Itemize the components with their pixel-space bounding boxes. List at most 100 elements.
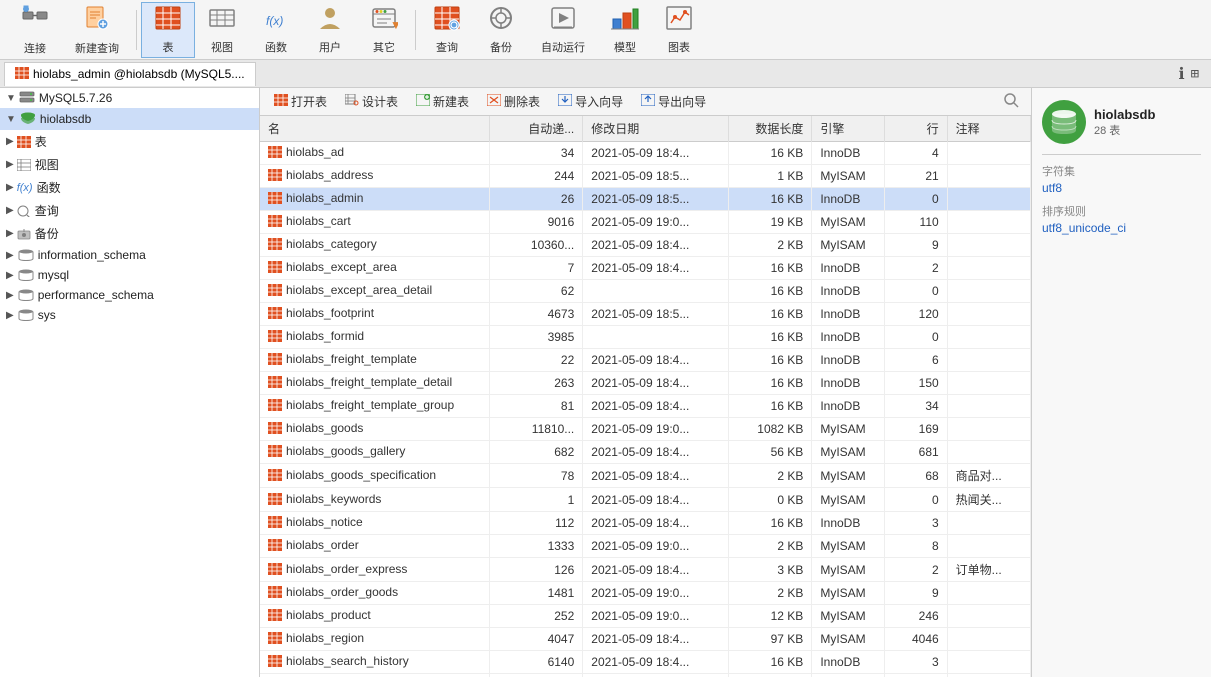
table-row[interactable]: hiolabs_notice1122021-05-09 18:4...16 KB… xyxy=(260,512,1031,535)
server-label: MySQL5.7.26 xyxy=(39,91,112,105)
functions-icon: f(x) xyxy=(17,182,33,194)
sidebar-queries[interactable]: ▶ 查询 xyxy=(0,199,259,222)
toolbar-user[interactable]: 用户 xyxy=(303,2,357,58)
col-header-size[interactable]: 数据长度 xyxy=(729,116,812,142)
sys-label: sys xyxy=(38,308,56,322)
right-divider xyxy=(1042,154,1201,155)
design-table-icon xyxy=(345,94,359,109)
sidebar-views[interactable]: ▶ 视图 xyxy=(0,153,259,176)
connect-label: 连接 xyxy=(24,40,46,56)
delete-table-btn[interactable]: 删除表 xyxy=(479,91,548,112)
table-row[interactable]: hiolabs_footprint46732021-05-09 18:5...1… xyxy=(260,303,1031,326)
col-header-rows[interactable]: 行 xyxy=(885,116,947,142)
queries-expand-icon: ▶ xyxy=(6,205,14,216)
import-wizard-btn[interactable]: 导入向导 xyxy=(550,91,631,112)
toolbar-new-query[interactable]: 新建查询 xyxy=(62,2,132,58)
sidebar-performance-schema[interactable]: ▶ performance_schema xyxy=(0,285,259,305)
tables-folder-icon xyxy=(17,136,31,148)
query-label: 查询 xyxy=(436,39,458,55)
table-row[interactable]: hiolabs_freight_template_detail2632021-0… xyxy=(260,372,1031,395)
sidebar-selected-db[interactable]: ▼ hiolabsdb xyxy=(0,108,259,130)
col-header-name[interactable]: 名 xyxy=(260,116,489,142)
table-row[interactable]: hiolabs_order_express1262021-05-09 18:4.… xyxy=(260,558,1031,582)
table-row[interactable]: hiolabs_goods_gallery6822021-05-09 18:4.… xyxy=(260,441,1031,464)
table-row[interactable]: hiolabs_except_area72021-05-09 18:4...16… xyxy=(260,257,1031,280)
toolbar-view[interactable]: 视图 xyxy=(195,2,249,58)
table-row[interactable]: hiolabs_except_area_detail6216 KBInnoDB0 xyxy=(260,280,1031,303)
code-icon-btn[interactable]: ⊞ xyxy=(1191,66,1199,82)
table-row[interactable]: hiolabs_category10360...2021-05-09 18:4.… xyxy=(260,234,1031,257)
tab-table-icon xyxy=(15,67,29,82)
design-table-btn[interactable]: 设计表 xyxy=(337,91,406,112)
mysql-label: mysql xyxy=(38,268,69,282)
table-row[interactable]: hiolabs_order_goods14812021-05-09 19:0..… xyxy=(260,582,1031,605)
ps-expand-icon: ▶ xyxy=(6,290,14,301)
ps-label: performance_schema xyxy=(38,288,154,302)
toolbar-backup[interactable]: 备份 xyxy=(474,2,528,58)
info-icon-btn[interactable]: ℹ xyxy=(1178,64,1184,84)
search-btn[interactable] xyxy=(997,90,1025,113)
table-row[interactable]: hiolabs_freight_template_group812021-05-… xyxy=(260,395,1031,418)
tabbar: hiolabs_admin @hiolabsdb (MySQL5.... ℹ ⊞ xyxy=(0,60,1211,88)
autorun-icon xyxy=(549,5,577,37)
sidebar-mysql[interactable]: ▶ mysql xyxy=(0,265,259,285)
import-icon xyxy=(558,94,572,109)
toolbar-table[interactable]: 表 xyxy=(141,2,195,58)
export-wizard-btn[interactable]: 导出向导 xyxy=(633,91,714,112)
table-row[interactable]: hiolabs_admin262021-05-09 18:5...16 KBIn… xyxy=(260,188,1031,211)
table-row[interactable]: hiolabs_cart90162021-05-09 19:0...19 KBM… xyxy=(260,211,1031,234)
table-icon xyxy=(154,5,182,37)
autorun-label: 自动运行 xyxy=(541,39,585,55)
toolbar-autorun[interactable]: 自动运行 xyxy=(528,2,598,58)
table-row[interactable]: hiolabs_settings216 KBInnoDB1 xyxy=(260,674,1031,677)
col-header-date[interactable]: 修改日期 xyxy=(583,116,729,142)
table-row[interactable]: hiolabs_goods11810...2021-05-09 19:0...1… xyxy=(260,418,1031,441)
export-label: 导出向导 xyxy=(658,93,706,110)
toolbar-model[interactable]: 模型 xyxy=(598,2,652,58)
table-row[interactable]: hiolabs_product2522021-05-09 19:0...12 K… xyxy=(260,605,1031,628)
views-icon xyxy=(17,159,31,171)
sys-expand-icon: ▶ xyxy=(6,310,14,321)
active-tab[interactable]: hiolabs_admin @hiolabsdb (MySQL5.... xyxy=(4,62,256,86)
toolbar-other[interactable]: ▼ 其它 xyxy=(357,2,411,58)
tables-list: 名 自动递... 修改日期 数据长度 引擎 行 注释 hiola xyxy=(260,116,1031,677)
toolbar-function[interactable]: f(x) 函数 xyxy=(249,2,303,58)
toolbar-divider-2 xyxy=(415,10,416,50)
table-row[interactable]: hiolabs_keywords12021-05-09 18:4...0 KBM… xyxy=(260,488,1031,512)
table-row[interactable]: hiolabs_order13332021-05-09 19:0...2 KBM… xyxy=(260,535,1031,558)
toolbar-query[interactable]: 查询 xyxy=(420,2,474,58)
col-header-engine[interactable]: 引擎 xyxy=(812,116,885,142)
charset-label: 字符集 xyxy=(1042,163,1201,179)
open-table-btn[interactable]: 打开表 xyxy=(266,91,335,112)
new-query-label: 新建查询 xyxy=(75,40,119,56)
toolbar-chart[interactable]: 图表 xyxy=(652,2,706,58)
backup-icon xyxy=(487,5,515,37)
col-header-comment[interactable]: 注释 xyxy=(947,116,1030,142)
table-row[interactable]: hiolabs_goods_specification782021-05-09 … xyxy=(260,464,1031,488)
table-row[interactable]: hiolabs_region40472021-05-09 18:4...97 K… xyxy=(260,628,1031,651)
other-icon: ▼ xyxy=(370,5,398,37)
table-row[interactable]: hiolabs_freight_template222021-05-09 18:… xyxy=(260,349,1031,372)
tables-label: 表 xyxy=(35,133,47,150)
right-panel-header: hiolabsdb 28 表 xyxy=(1042,100,1201,144)
sidebar-backups[interactable]: ▶ 备份 xyxy=(0,222,259,245)
sidebar: ▼ MySQL5.7.26 ▼ hiolabsdb ▶ xyxy=(0,88,260,677)
toolbar-connect[interactable]: 连接 xyxy=(8,2,62,58)
table-row[interactable]: hiolabs_search_history61402021-05-09 18:… xyxy=(260,651,1031,674)
new-table-label: 新建表 xyxy=(433,93,469,110)
table-row[interactable]: hiolabs_address2442021-05-09 18:5...1 KB… xyxy=(260,165,1031,188)
sidebar-tables[interactable]: ▶ 表 xyxy=(0,130,259,153)
table-row[interactable]: hiolabs_ad342021-05-09 18:4...16 KBInnoD… xyxy=(260,142,1031,165)
sidebar-server[interactable]: ▼ MySQL5.7.26 xyxy=(0,88,259,108)
sidebar-sys[interactable]: ▶ sys xyxy=(0,305,259,325)
charset-value: utf8 xyxy=(1042,181,1201,195)
col-header-auto[interactable]: 自动递... xyxy=(489,116,583,142)
new-table-btn[interactable]: 新建表 xyxy=(408,91,477,112)
sidebar-information-schema[interactable]: ▶ information_schema xyxy=(0,245,259,265)
views-label: 视图 xyxy=(35,156,59,173)
sidebar-functions[interactable]: ▶ f(x) 函数 xyxy=(0,176,259,199)
design-table-label: 设计表 xyxy=(362,93,398,110)
table-row[interactable]: hiolabs_formid398516 KBInnoDB0 xyxy=(260,326,1031,349)
is-expand-icon: ▶ xyxy=(6,250,14,261)
function-icon: f(x) xyxy=(262,5,290,37)
